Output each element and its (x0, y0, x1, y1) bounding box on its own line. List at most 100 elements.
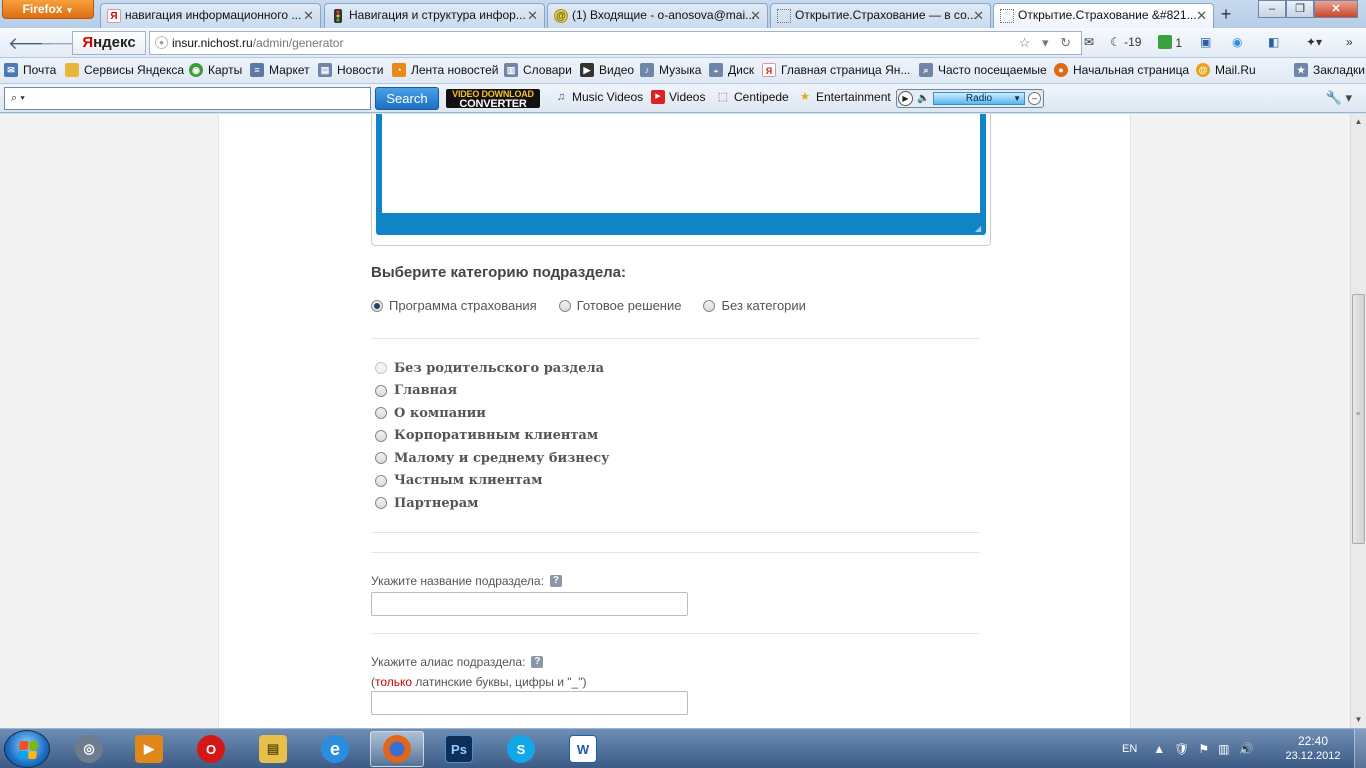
bookmark-item[interactable]: ✉ Почта (4, 63, 56, 77)
radio-button[interactable] (375, 407, 387, 420)
toolbar-search-button[interactable]: Search (375, 87, 439, 110)
language-indicator[interactable]: EN (1122, 743, 1137, 755)
bookmark-item[interactable]: ● Начальная страница (1054, 63, 1189, 77)
url-bar-actions[interactable]: ☆ ▾ ↻ (1019, 32, 1075, 54)
resize-handle-icon[interactable]: ◢ (975, 225, 983, 233)
close-window-button[interactable]: ✕ (1314, 0, 1358, 18)
taskbar-word-app[interactable]: W (556, 731, 610, 767)
counter-icon[interactable]: 1 (1158, 35, 1182, 50)
taskbar-firefox-app[interactable]: ● (370, 731, 424, 767)
radio-button[interactable] (375, 429, 387, 442)
radio-button[interactable] (375, 384, 387, 397)
radio-button[interactable] (558, 299, 571, 312)
toolbar-item-centipede[interactable]: ⬚ Centipede (716, 90, 789, 104)
browser-tab-1[interactable]: Я навигация информационного ... ✕ (100, 3, 321, 28)
parent-option-about[interactable]: О компании (375, 402, 609, 425)
tab-close-icon[interactable]: ✕ (303, 4, 314, 27)
taskbar-photoshop-app[interactable]: Ps (432, 731, 486, 767)
parent-option-corporate[interactable]: Корпоративным клиентам (375, 425, 609, 448)
envelope-icon[interactable]: ✉ (1084, 35, 1094, 49)
scroll-down-icon[interactable]: ▼ (1351, 712, 1366, 728)
parent-option-small-business[interactable]: Малому и среднему бизнесу (375, 447, 609, 470)
tab-close-icon[interactable]: ✕ (750, 4, 761, 27)
scrollbar-thumb[interactable]: ≡ (1352, 294, 1365, 544)
section-name-input[interactable] (371, 592, 688, 616)
bookmark-item[interactable]: @ Mail.Ru (1196, 63, 1256, 77)
radio-button[interactable] (703, 299, 716, 312)
play-icon[interactable]: ▶ (898, 91, 913, 106)
bookmark-item[interactable]: ≡ Маркет (250, 63, 310, 77)
sync-icon[interactable]: ◧ (1268, 35, 1279, 49)
browser-tab-2[interactable]: Навигация и структура инфор... ✕ (324, 3, 545, 28)
parent-option-partners[interactable]: Партнерам (375, 492, 609, 515)
firefox-menu-button[interactable]: Firefox ▼ (2, 0, 94, 19)
radio-button[interactable] (375, 474, 387, 487)
category-option-no-category[interactable]: Без категории (703, 298, 806, 313)
taskbar-explorer-app[interactable]: ▤ (246, 731, 300, 767)
tab-close-icon[interactable]: ✕ (1196, 4, 1207, 27)
network-status-icon[interactable]: ▥ (1218, 742, 1229, 756)
browser-tab-5[interactable]: Открытие.Страхование &#821... ✕ (993, 3, 1214, 29)
taskbar-opera-app[interactable]: O (184, 731, 238, 767)
new-tab-button[interactable]: + (1214, 4, 1238, 26)
toolbar-item-music-videos[interactable]: ♫ Music Videos (554, 90, 643, 104)
wrench-icon[interactable]: 🔧 ▾ (1326, 90, 1352, 106)
radio-button[interactable] (375, 452, 387, 465)
more-icon[interactable]: » (1346, 35, 1353, 49)
url-bar[interactable]: ● insur.nichost.ru/admin/generator ☆ ▾ ↻ (149, 31, 1082, 55)
speaker-icon[interactable]: 🔈 (916, 91, 931, 106)
browser-tab-3[interactable]: @ (1) Входящие - o-anosova@mai... ✕ (547, 3, 768, 28)
taskbar-skype-app[interactable]: S (494, 731, 548, 767)
bookmark-item[interactable]: ▥ Словари (504, 63, 572, 77)
help-icon[interactable]: ? (549, 575, 562, 587)
parent-option-private-clients[interactable]: Частным клиентам (375, 470, 609, 493)
show-desktop-button[interactable] (1354, 729, 1366, 768)
volume-icon[interactable]: 🔊 (1239, 742, 1254, 756)
bookmark-item[interactable]: Сервисы Яндекса (65, 63, 184, 77)
section-alias-input[interactable] (371, 691, 688, 715)
vertical-scrollbar[interactable]: ▲ ≡ ▼ (1350, 114, 1366, 728)
addon-icon[interactable]: ▣ (1200, 35, 1211, 49)
bookmark-item[interactable]: ▤ Новости (318, 63, 383, 77)
yandex-home-button[interactable]: Яндекс (72, 31, 146, 55)
bookmark-item[interactable]: Я Главная страница Ян... (762, 63, 910, 77)
taskbar-ie-app[interactable]: e (308, 731, 362, 767)
parent-option-home[interactable]: Главная (375, 380, 609, 403)
taskbar-media-player-app[interactable]: ▶ (122, 731, 176, 767)
show-hidden-icons-icon[interactable]: ▲ (1153, 742, 1165, 756)
category-option-ready-solution[interactable]: Готовое решение (558, 298, 681, 313)
browser-addon-icon[interactable]: ◉ (1232, 35, 1242, 49)
toolbar-item-videos[interactable]: ▶ Videos (651, 90, 705, 104)
moon-weather-icon[interactable]: ☾ -19 (1110, 35, 1141, 49)
minimize-button[interactable]: – (1258, 0, 1286, 18)
maximize-button[interactable]: ❐ (1286, 0, 1314, 18)
radio-button[interactable] (371, 299, 383, 312)
radio-station-select[interactable]: Radio ▼ (933, 92, 1025, 105)
help-icon[interactable]: ? (531, 656, 544, 668)
bookmark-item[interactable]: ◔ Лента новостей (392, 63, 499, 77)
taskbar-network-app[interactable]: ◎ (62, 731, 116, 767)
start-button[interactable] (4, 730, 50, 768)
bookmark-item[interactable]: ◒ Диск (709, 63, 754, 77)
flag-icon[interactable]: ⚑ (1198, 742, 1209, 756)
video-download-converter-logo[interactable]: VIDEO DOWNLOAD CONVERTER (446, 89, 540, 110)
taskbar-clock[interactable]: 22:40 23.12.2012 (1285, 734, 1341, 764)
editor-text-area[interactable] (382, 114, 980, 213)
bookmarks-menu[interactable]: ★ Закладки (1294, 63, 1365, 77)
bookmark-item[interactable]: ♪ Музыка (640, 63, 701, 77)
browser-tab-4[interactable]: Открытие.Страхование — в со... ✕ (770, 3, 991, 28)
bookmark-item[interactable]: ◉ Карты (189, 63, 242, 77)
minus-icon[interactable]: – (1028, 92, 1041, 105)
category-option-insurance-program[interactable]: Программа страхования (371, 298, 537, 313)
extension-icon[interactable]: ✦▾ (1306, 35, 1322, 49)
bookmark-item[interactable]: ▶ Видео (580, 63, 634, 77)
toolbar-search-input[interactable]: ⌕ ▾ (4, 87, 371, 110)
tab-close-icon[interactable]: ✕ (973, 4, 984, 27)
scroll-up-icon[interactable]: ▲ (1351, 114, 1366, 130)
security-icon[interactable]: 🛡 (1174, 742, 1189, 756)
tab-close-icon[interactable]: ✕ (527, 4, 538, 27)
radio-button[interactable] (375, 497, 387, 510)
toolbar-item-entertainment[interactable]: ★ Entertainment (798, 90, 891, 104)
bookmark-item[interactable]: ⌕ Часто посещаемые (919, 63, 1047, 77)
site-identity-icon[interactable]: ● (155, 36, 168, 49)
